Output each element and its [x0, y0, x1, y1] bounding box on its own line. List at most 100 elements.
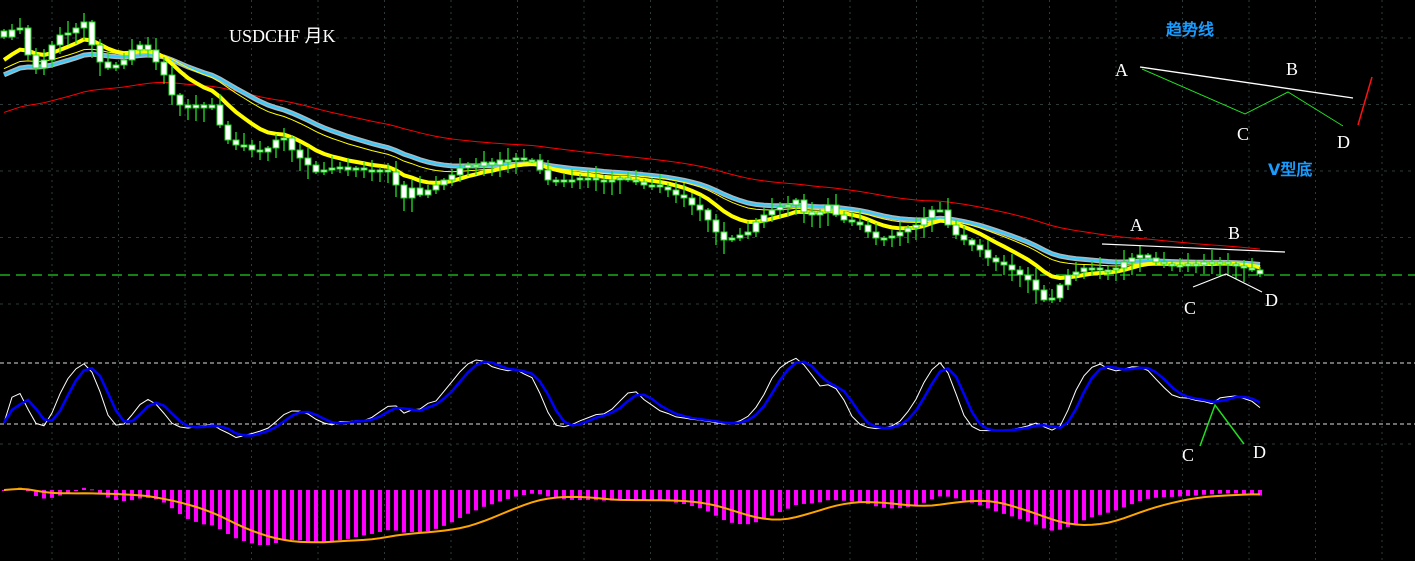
ma-slow-shadow	[3, 51, 1261, 267]
macd-bar	[90, 489, 94, 491]
candle-body	[1232, 263, 1240, 267]
candle-body	[384, 169, 392, 173]
macd-bar	[946, 490, 950, 497]
macd-bar	[410, 490, 414, 532]
macd-bar	[706, 490, 710, 512]
candle-body	[40, 59, 48, 69]
macd-bar	[922, 490, 926, 503]
stochastic-panel	[2, 357, 1261, 439]
candle-body	[1248, 267, 1256, 271]
macd-bar	[586, 490, 590, 501]
stoch-label-d: D	[1253, 442, 1266, 462]
candle-body	[744, 231, 752, 236]
candle-body	[912, 224, 920, 229]
macd-bar	[1210, 490, 1214, 495]
macd-bar	[298, 490, 302, 541]
macd-bar	[546, 490, 550, 497]
macd-bar	[498, 490, 502, 502]
macd-bar	[1202, 490, 1206, 495]
macd-bar	[722, 490, 726, 521]
candle-body	[1160, 261, 1168, 265]
candle-body	[1064, 274, 1072, 286]
candle-body	[232, 139, 240, 146]
candle-body	[624, 177, 632, 181]
macd-bar	[322, 490, 326, 543]
candle-body	[704, 209, 712, 221]
macd-bar	[202, 490, 206, 525]
macd-bar	[138, 490, 142, 499]
macd-bar	[1090, 490, 1094, 518]
candle-body	[936, 209, 944, 213]
macd-bar	[226, 490, 230, 535]
macd-bar	[1042, 490, 1046, 529]
macd-bar	[218, 490, 222, 530]
candle-body	[920, 217, 928, 226]
macd-bar	[1178, 490, 1182, 497]
candle-body	[344, 166, 352, 171]
macd-bar	[306, 490, 310, 542]
candle-body	[904, 227, 912, 233]
macd-bar	[626, 490, 630, 500]
candle-body	[296, 149, 304, 159]
candle-body	[728, 237, 736, 241]
macd-bar	[394, 490, 398, 531]
candle-body	[696, 204, 704, 211]
macd-bar	[1002, 490, 1006, 514]
candle-body	[1176, 264, 1184, 268]
macd-bar	[418, 490, 422, 533]
macd-bar	[210, 490, 214, 526]
chart-trendline	[1101, 243, 1286, 253]
macd-bar	[658, 490, 662, 501]
candle-body	[208, 104, 216, 109]
candle-body	[1024, 274, 1032, 281]
macd-bar	[162, 490, 166, 503]
macd-bar	[826, 490, 830, 501]
candle-body	[824, 204, 832, 213]
macd-bar	[458, 490, 462, 518]
macd-bar	[762, 490, 766, 520]
candle-body	[448, 174, 456, 181]
macd-bar	[1218, 490, 1222, 494]
price-chart[interactable]	[0, 0, 1415, 561]
macd-bar	[890, 490, 894, 509]
candle-body	[1040, 289, 1048, 301]
macd-bar	[290, 490, 294, 540]
macd-bar	[330, 490, 334, 542]
macd-bar	[690, 490, 694, 507]
macd-bar	[1034, 490, 1038, 525]
macd-bar	[346, 490, 350, 539]
macd-bar	[634, 490, 638, 500]
macd-bar	[962, 490, 966, 501]
macd-bar	[362, 490, 366, 536]
candle-body	[1192, 263, 1200, 267]
macd-bar	[354, 490, 358, 538]
candle-body	[504, 159, 512, 163]
macd-bar	[466, 490, 470, 514]
macd-bar	[370, 490, 374, 534]
candle-body	[992, 257, 1000, 263]
candle-body	[376, 169, 384, 173]
candle-body	[248, 144, 256, 151]
macd-bar	[570, 490, 574, 500]
candle-body	[1128, 257, 1136, 263]
candle-body	[480, 161, 488, 167]
candle-body	[584, 177, 592, 181]
macd-bar	[882, 490, 886, 508]
macd-bar	[1138, 490, 1142, 501]
macd-bar	[1058, 490, 1062, 530]
candle-body	[200, 104, 208, 109]
candle-body	[1240, 265, 1248, 269]
candle-body	[464, 164, 472, 169]
macd-bar	[490, 490, 494, 505]
candle-body	[832, 204, 840, 216]
macd-bar	[442, 490, 446, 526]
candle-body	[1112, 267, 1120, 271]
candle-body	[408, 187, 416, 199]
macd-bar	[1106, 490, 1110, 513]
macd-bar	[1130, 490, 1134, 505]
macd-bar	[386, 490, 390, 531]
candle-body	[72, 27, 80, 34]
macd-bar	[810, 490, 814, 504]
chart-title: USDCHF 月K	[229, 26, 336, 46]
legend-label-c: C	[1237, 124, 1250, 144]
